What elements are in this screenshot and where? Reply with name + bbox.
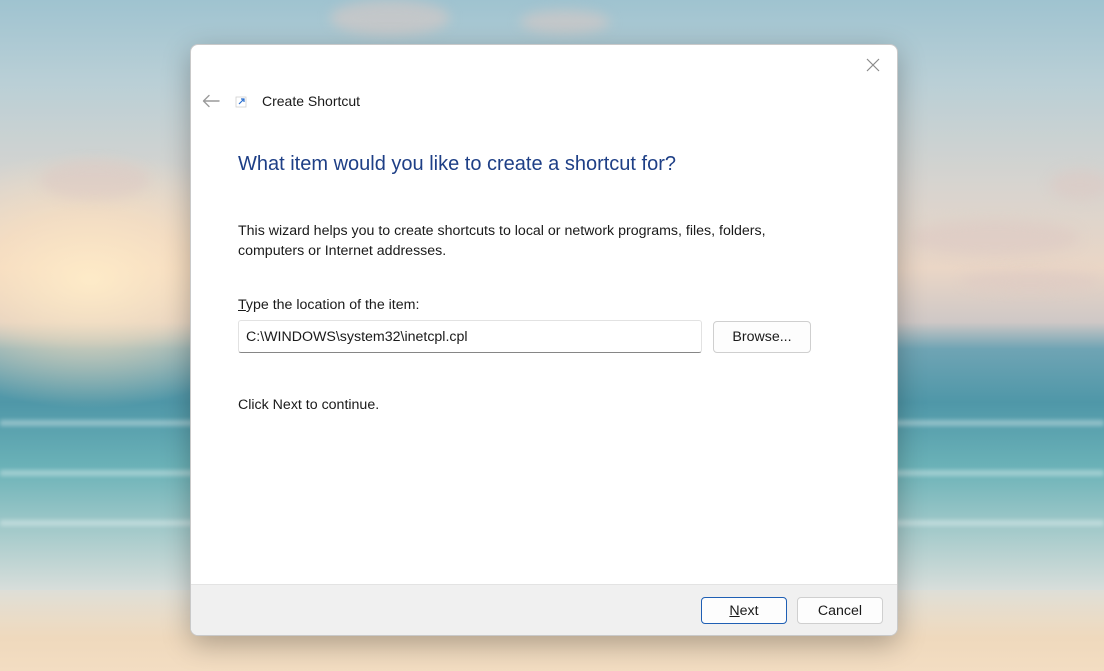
close-icon xyxy=(866,58,880,72)
cloud xyxy=(520,10,610,34)
browse-button[interactable]: Browse... xyxy=(713,321,811,353)
cloud xyxy=(910,220,1080,256)
next-button-label: ext xyxy=(739,602,759,619)
next-button-accelerator: N xyxy=(729,602,740,619)
page-heading: What item would you like to create a sho… xyxy=(238,153,676,175)
location-input[interactable] xyxy=(238,320,702,353)
wizard-description: This wizard helps you to create shortcut… xyxy=(238,223,766,259)
close-button[interactable] xyxy=(857,51,889,79)
location-label: Type the location of the item: xyxy=(238,297,419,313)
cloud xyxy=(960,270,1100,292)
dialog-footer: Next Cancel xyxy=(191,584,897,635)
window-title: Create Shortcut xyxy=(262,93,361,109)
cloud xyxy=(40,160,150,200)
continue-instruction: Click Next to continue. xyxy=(238,397,380,413)
cloud xyxy=(1050,170,1104,200)
cloud xyxy=(330,0,450,36)
next-button[interactable]: Next xyxy=(701,597,787,624)
cancel-button[interactable]: Cancel xyxy=(797,597,883,624)
location-label-text: ype the location of the item: xyxy=(245,297,420,313)
wizard-header: Create Shortcut xyxy=(191,89,897,113)
create-shortcut-dialog: Create Shortcut What item would you like… xyxy=(190,44,898,636)
arrow-left-icon xyxy=(202,94,220,108)
shortcut-arrow-icon xyxy=(235,96,247,108)
location-label-accelerator: T xyxy=(238,297,246,313)
back-button[interactable] xyxy=(199,89,223,113)
